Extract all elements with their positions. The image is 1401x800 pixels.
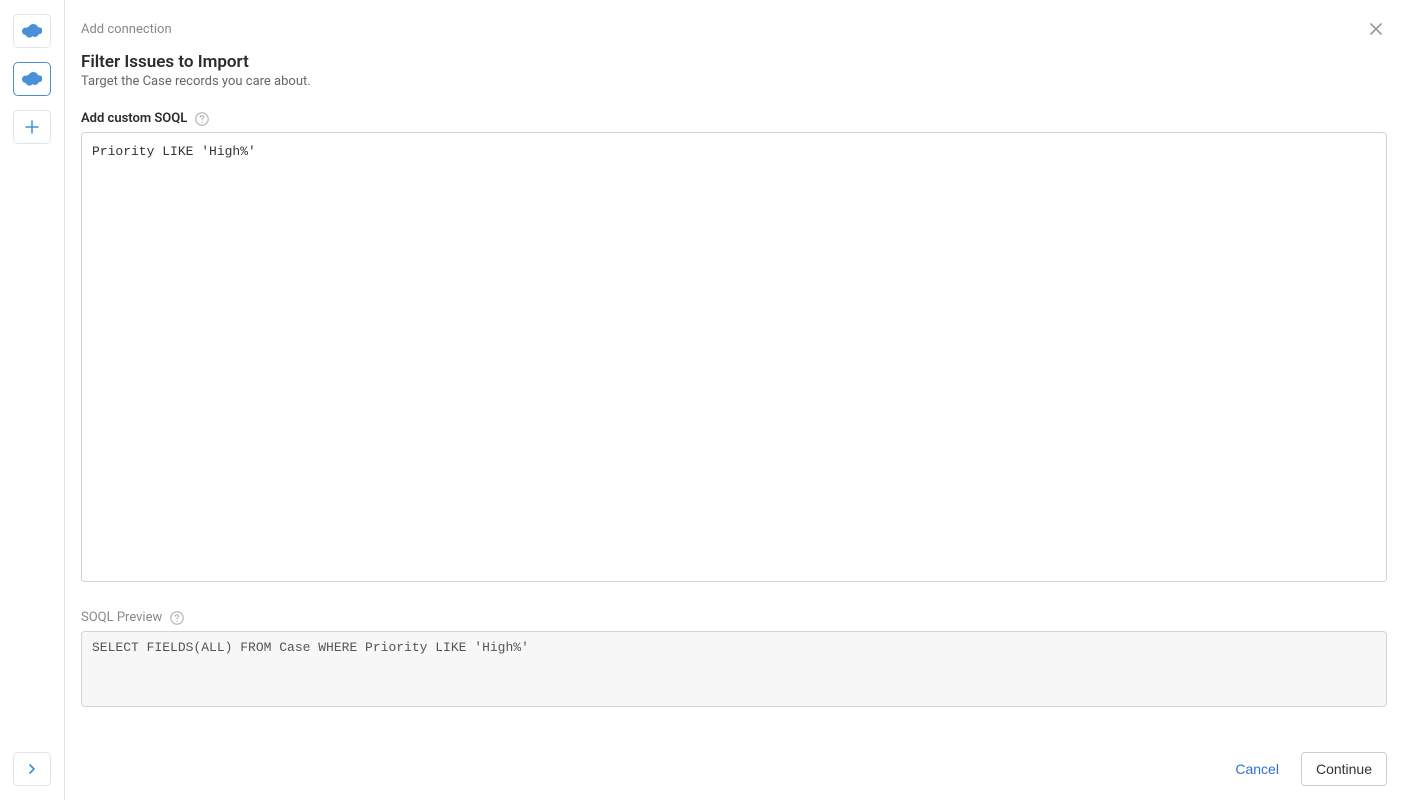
preview-label-row: SOQL Preview [81,610,1387,625]
plus-icon [25,120,39,134]
add-connection-label: Add connection [81,22,172,37]
soql-label-row: Add custom SOQL [81,111,1387,126]
cloud-icon [22,24,42,38]
soql-input[interactable] [81,132,1387,582]
preview-label: SOQL Preview [81,610,162,625]
cancel-button[interactable]: Cancel [1231,753,1283,785]
soql-label: Add custom SOQL [81,111,187,126]
top-row: Add connection [81,18,1387,40]
main-panel: Add connection Filter Issues to Import T… [65,0,1401,800]
sidebar-item-salesforce-1[interactable] [13,14,51,48]
sidebar-item-add[interactable] [13,110,51,144]
sidebar-item-salesforce-2[interactable] [13,62,51,96]
page-subtitle: Target the Case records you care about. [81,74,1387,89]
close-button[interactable] [1365,18,1387,40]
help-icon[interactable] [170,611,184,625]
footer: Cancel Continue [81,738,1387,786]
chevron-right-icon [27,763,37,775]
soql-preview: SELECT FIELDS(ALL) FROM Case WHERE Prior… [81,631,1387,707]
help-icon[interactable] [195,112,209,126]
page-title: Filter Issues to Import [81,52,1387,72]
sidebar [0,0,65,800]
continue-button[interactable]: Continue [1301,752,1387,786]
close-icon [1369,22,1383,36]
cloud-icon [22,72,42,86]
sidebar-expand-button[interactable] [13,752,51,786]
